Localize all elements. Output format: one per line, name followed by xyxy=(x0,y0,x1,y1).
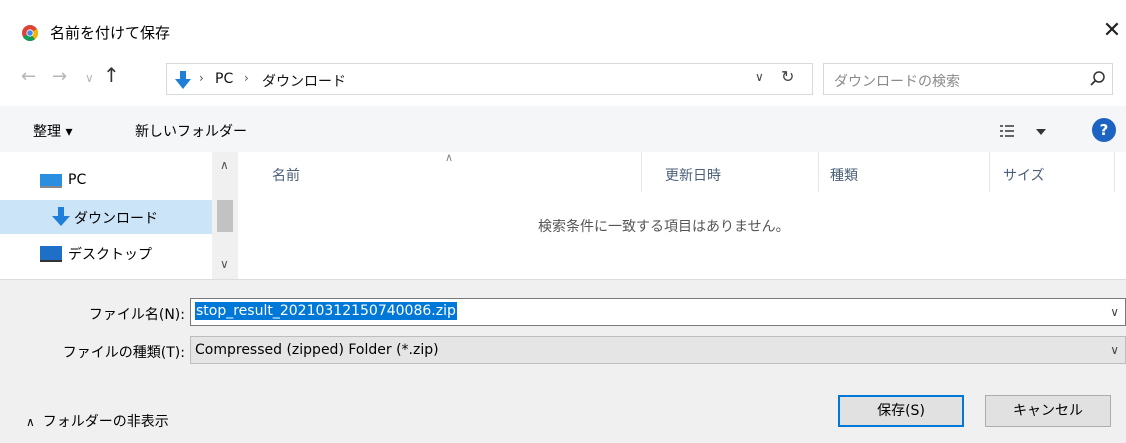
nav-item-pc[interactable]: PC xyxy=(0,164,212,198)
save-form-area: ファイル名(N): stop_result_20210312150740086.… xyxy=(0,279,1126,443)
column-header-size[interactable]: サイズ xyxy=(1003,165,1045,185)
empty-results-message: 検索条件に一致する項目はありません。 xyxy=(538,219,790,235)
breadcrumb-downloads[interactable]: ダウンロード xyxy=(262,71,346,91)
new-folder-button[interactable]: 新しいフォルダー xyxy=(135,121,247,141)
filetype-value: Compressed (zipped) Folder (*.zip) xyxy=(195,342,439,358)
search-box[interactable]: ダウンロードの検索 xyxy=(823,63,1113,95)
organize-button[interactable]: 整理 ▾ xyxy=(33,121,72,141)
column-divider[interactable] xyxy=(1114,152,1115,192)
address-dropdown-icon[interactable]: ∨ xyxy=(755,70,764,84)
chevron-down-icon[interactable]: ∨ xyxy=(1110,305,1119,319)
cancel-button[interactable]: キャンセル xyxy=(985,395,1111,427)
nav-pane-scrollbar[interactable]: ∧ ∨ xyxy=(212,152,238,279)
title-bar: 名前を付けて保存 ✕ xyxy=(0,0,1126,60)
column-header-type[interactable]: 種類 xyxy=(830,165,858,185)
nav-item-label: PC xyxy=(68,172,87,188)
window-title: 名前を付けて保存 xyxy=(50,24,171,42)
download-folder-icon xyxy=(175,71,191,89)
nav-item-desktop[interactable]: デスクトップ xyxy=(0,236,212,270)
column-divider[interactable] xyxy=(641,152,642,192)
address-bar[interactable]: › PC › ダウンロード ∨ ↻ xyxy=(166,63,813,95)
filename-input[interactable]: stop_result_20210312150740086.zip ∨ xyxy=(190,298,1126,326)
close-button[interactable]: ✕ xyxy=(1098,18,1126,46)
chevron-up-icon: ∧ xyxy=(26,415,35,429)
filename-value: stop_result_20210312150740086.zip xyxy=(195,302,457,320)
crumb-separator: › xyxy=(244,71,249,85)
nav-item-label: デスクトップ xyxy=(68,247,152,263)
column-divider[interactable] xyxy=(818,152,819,192)
search-placeholder: ダウンロードの検索 xyxy=(834,74,960,90)
column-header-name[interactable]: 名前 xyxy=(272,165,300,185)
filetype-label: ファイルの種類(T): xyxy=(62,345,185,361)
filetype-select[interactable]: Compressed (zipped) Folder (*.zip) ∨ xyxy=(190,336,1126,364)
scroll-thumb[interactable] xyxy=(217,200,233,232)
back-arrow-icon[interactable]: ← xyxy=(21,67,36,87)
nav-item-downloads[interactable]: ダウンロード xyxy=(0,200,212,234)
nav-item-label: ダウンロード xyxy=(74,211,158,227)
pc-icon xyxy=(40,174,62,188)
crumb-separator: › xyxy=(199,71,204,85)
scroll-down-icon[interactable]: ∨ xyxy=(220,257,229,271)
scroll-up-icon[interactable]: ∧ xyxy=(220,158,229,172)
refresh-icon[interactable]: ↻ xyxy=(781,67,794,86)
up-arrow-icon[interactable]: ↑ xyxy=(103,65,120,85)
breadcrumb-pc[interactable]: PC xyxy=(215,71,233,87)
help-icon[interactable]: ? xyxy=(1092,118,1116,142)
hide-folders-toggle[interactable]: ∧ フォルダーの非表示 xyxy=(26,411,169,431)
file-list: ∧ 名前 更新日時 種類 サイズ 検索条件に一致する項目はありません。 xyxy=(238,151,1126,279)
chrome-icon xyxy=(22,25,38,41)
view-options-icon[interactable] xyxy=(1000,120,1056,142)
filename-label: ファイル名(N): xyxy=(88,307,185,323)
column-divider[interactable] xyxy=(989,152,990,192)
sort-ascending-icon: ∧ xyxy=(445,151,454,164)
search-icon[interactable] xyxy=(1089,70,1107,88)
desktop-icon xyxy=(40,246,62,262)
command-toolbar: 整理 ▾ 新しいフォルダー ? xyxy=(0,106,1126,152)
column-header-modified[interactable]: 更新日時 xyxy=(665,165,721,185)
download-arrow-icon xyxy=(52,207,70,226)
chevron-down-icon[interactable]: ∨ xyxy=(1110,343,1119,357)
recent-locations-chevron-icon[interactable]: ∨ xyxy=(85,68,94,88)
hide-folders-label: フォルダーの非表示 xyxy=(42,414,169,430)
navigation-pane: PC ダウンロード デスクトップ ∧ ∨ xyxy=(0,152,238,279)
forward-arrow-icon[interactable]: → xyxy=(52,67,67,87)
save-button[interactable]: 保存(S) xyxy=(838,395,964,427)
